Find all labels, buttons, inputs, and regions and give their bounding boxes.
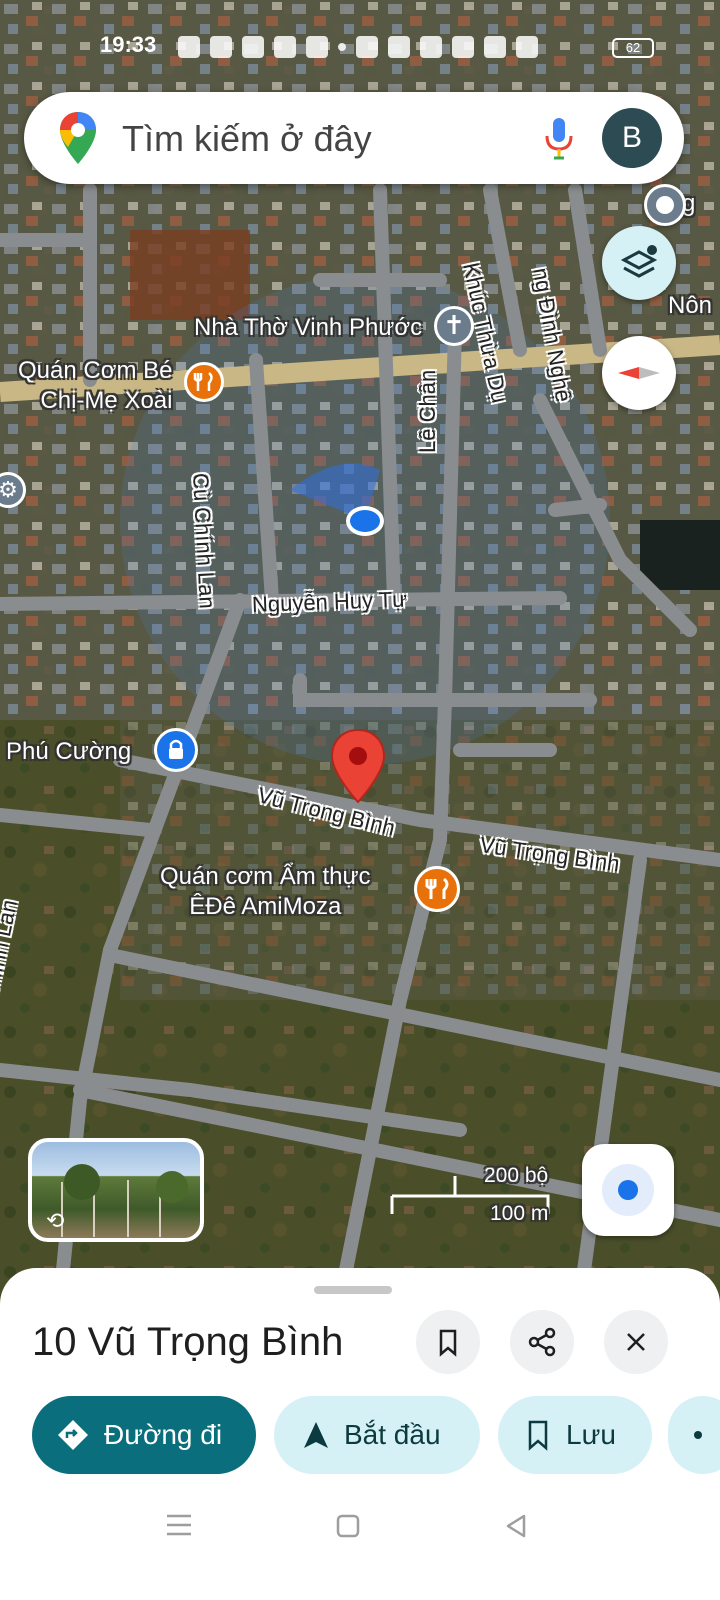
save-button[interactable]: Lưu [498, 1396, 652, 1474]
map-view[interactable]: Nhà Thờ Vinh Phước ✝ Quán Cơm Bé Chị-Mẹ … [0, 0, 720, 1300]
street-view-thumbnail[interactable]: ⟲ [28, 1138, 204, 1242]
more-icon [694, 1431, 702, 1439]
my-location-button[interactable] [582, 1144, 674, 1236]
scale-meters: 100 m [490, 1202, 549, 1225]
mic-icon[interactable] [544, 116, 574, 160]
location-icon [388, 36, 410, 58]
more-chip[interactable] [668, 1396, 720, 1474]
restaurant-poi-icon[interactable] [414, 866, 460, 912]
scale-feet: 200 bộ [484, 1164, 549, 1187]
directions-icon [58, 1420, 88, 1450]
bookmark-icon [439, 1329, 457, 1357]
close-button[interactable] [604, 1310, 668, 1374]
layers-button[interactable] [602, 226, 676, 300]
road-label-nguyen-huy-tu: Nguyễn Huy Tự [251, 586, 408, 617]
place-label-restaurant-1[interactable]: Quán Cơm Bé Chị-Mẹ Xoài [18, 356, 172, 416]
place-label-restaurant-2[interactable]: Quán cơm Ẩm thực ÊĐê AmiMoza [160, 862, 371, 922]
status-bar: 19:33 62 [0, 30, 720, 66]
mute-icon [356, 36, 378, 58]
menu-icon[interactable] [164, 1512, 194, 1538]
lock-poi-icon[interactable] [154, 728, 198, 772]
satellite-imagery [0, 0, 720, 1300]
location-marker-icon [656, 196, 674, 214]
share-icon [528, 1327, 556, 1357]
navigation-arrow-icon [304, 1422, 328, 1448]
signal-icon [484, 36, 506, 58]
bookmark-button[interactable] [416, 1310, 480, 1374]
system-nav-bar [0, 1500, 720, 1600]
restaurant-poi-icon[interactable] [184, 362, 224, 402]
layers-icon [620, 245, 658, 278]
start-button[interactable]: Bắt đầu [274, 1396, 480, 1474]
place-poi-button[interactable] [644, 184, 686, 226]
save-label: Lưu [566, 1419, 616, 1450]
drag-handle[interactable] [314, 1286, 392, 1294]
search-input[interactable]: Tìm kiếm ở đây [122, 118, 372, 160]
road-label-le-chan: Lê Chân [415, 369, 440, 453]
close-icon [627, 1333, 645, 1351]
directions-label: Đường đi [104, 1419, 223, 1450]
signal-icon [516, 36, 538, 58]
avatar[interactable]: B [602, 108, 662, 168]
back-icon[interactable] [502, 1512, 530, 1540]
directions-button[interactable]: Đường đi [32, 1396, 256, 1474]
search-bar[interactable]: Tìm kiếm ở đây B [24, 92, 684, 184]
status-time: 19:33 [100, 32, 157, 57]
home-icon[interactable] [334, 1512, 362, 1540]
compass-button[interactable] [602, 336, 676, 410]
messenger-icon [242, 36, 264, 58]
person-add-icon [210, 36, 232, 58]
compass-icon [618, 367, 660, 379]
dot-icon [338, 43, 346, 51]
place-title: 10 Vũ Trọng Bình [32, 1320, 344, 1364]
my-location-icon [602, 1164, 654, 1216]
place-label-church[interactable]: Nhà Thờ Vinh Phước [194, 314, 422, 342]
place-label-phu-cuong[interactable]: Phú Cường [6, 738, 131, 766]
rotate-360-icon: ⟲ [46, 1208, 65, 1233]
my-location-dot [346, 506, 384, 536]
battery-icon: 62 [612, 38, 654, 58]
wifi-icon [420, 36, 442, 58]
google-maps-logo-icon [60, 112, 96, 164]
app-icon [274, 36, 296, 58]
zalo-icon [178, 36, 200, 58]
map-pin-icon[interactable] [330, 728, 386, 804]
volte-icon [452, 36, 474, 58]
share-button[interactable] [510, 1310, 574, 1374]
app-icon [306, 36, 328, 58]
start-label: Bắt đầu [344, 1419, 441, 1450]
bookmark-icon [528, 1420, 548, 1451]
